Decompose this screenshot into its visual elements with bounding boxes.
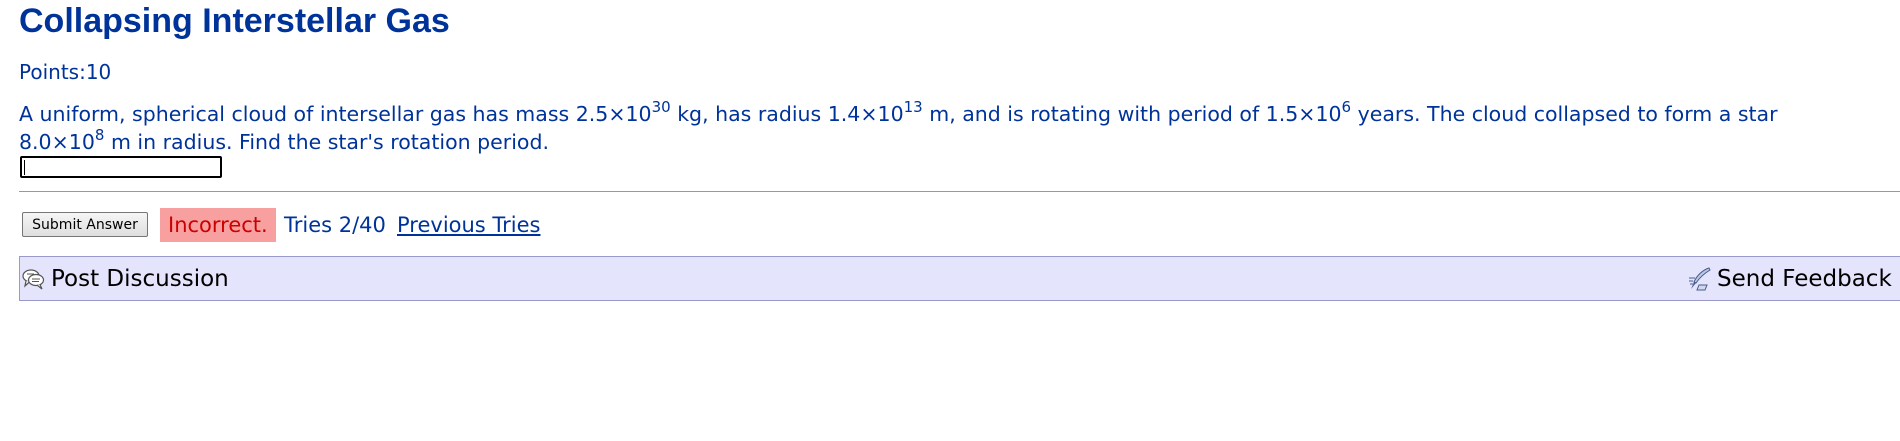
question-line-2: 8.0×108 m in radius. Find the star's rot… xyxy=(19,126,549,155)
text-caret xyxy=(24,160,25,175)
post-discussion-button[interactable]: Post Discussion xyxy=(22,263,229,295)
previous-tries-link[interactable]: Previous Tries xyxy=(397,212,541,238)
incorrect-status-badge: Incorrect. xyxy=(160,208,276,242)
problem-title: Collapsing Interstellar Gas xyxy=(19,2,450,40)
speech-bubble-icon xyxy=(22,269,45,290)
send-feedback-label: Send Feedback xyxy=(1717,266,1892,292)
divider xyxy=(19,191,1900,192)
discussion-bar: Post Discussion Send Feedback xyxy=(19,256,1900,301)
points-label: Points:10 xyxy=(19,60,112,84)
quill-pen-icon xyxy=(1689,267,1711,291)
question-line-1: A uniform, spherical cloud of intersella… xyxy=(19,100,1778,126)
answer-input[interactable] xyxy=(20,156,222,178)
send-feedback-button[interactable]: Send Feedback xyxy=(1687,263,1892,295)
submit-answer-button[interactable]: Submit Answer xyxy=(22,212,148,237)
post-discussion-label: Post Discussion xyxy=(51,266,229,292)
tries-counter: Tries 2/40 xyxy=(284,213,386,237)
question-text: A uniform, spherical cloud of intersella… xyxy=(19,100,1900,156)
